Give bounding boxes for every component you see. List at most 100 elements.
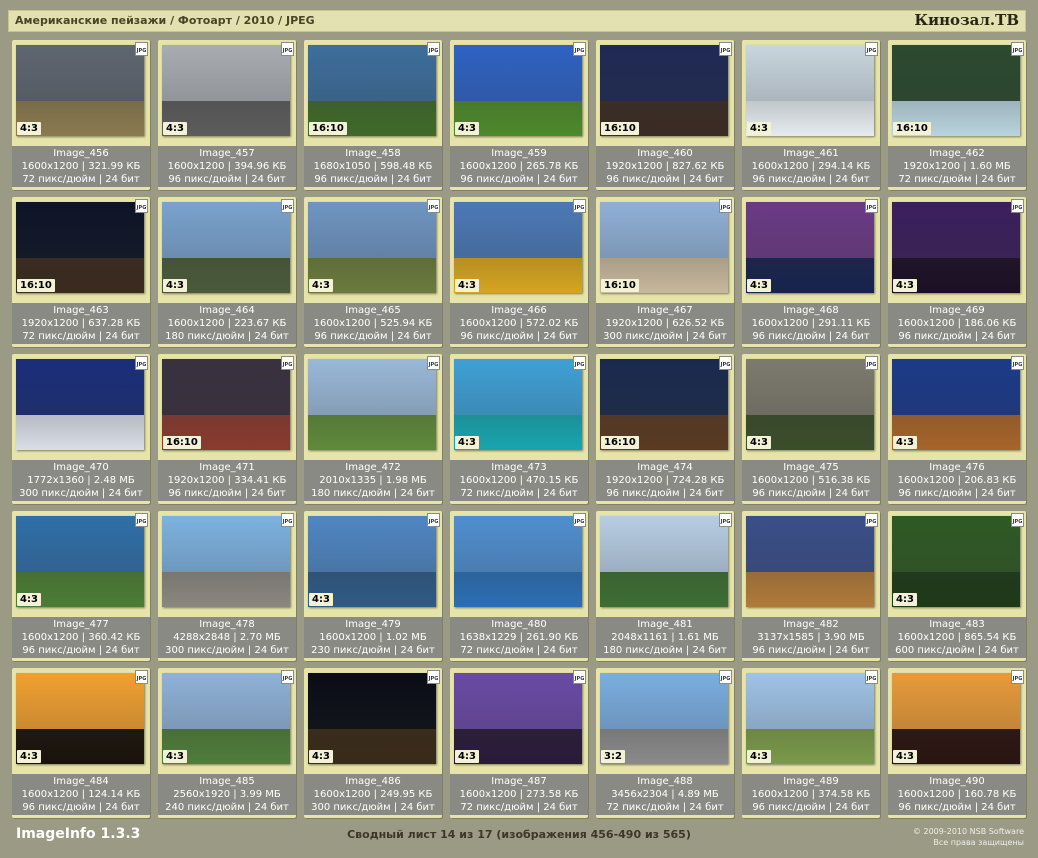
thumbnail-card[interactable]: 4:3 JPG Image_477 1600x1200 | 360.42 КБ 96 п… [12, 511, 150, 661]
thumbnail-image[interactable] [308, 359, 436, 450]
thumbnail-card[interactable]: 4:3 JPG Image_466 1600x1200 | 572.02 КБ 96 п… [450, 197, 588, 347]
thumbnail-card[interactable]: JPG Image_478 4288x2848 | 2.70 МБ 300 пикс/… [158, 511, 296, 661]
thumbnail-image[interactable]: 4:3 [892, 202, 1020, 293]
image-dims-size: 4288x2848 | 2.70 МБ [158, 631, 296, 644]
thumbnail-image[interactable]: 4:3 [162, 673, 290, 764]
thumbnail-image[interactable] [746, 516, 874, 607]
thumbnail-image[interactable] [162, 516, 290, 607]
image-dims-size: 1600x1200 | 206.83 КБ [888, 474, 1026, 487]
thumbnail-image[interactable]: 16:10 [308, 45, 436, 136]
separator: | [668, 789, 678, 800]
jpg-file-icon: JPG [573, 670, 586, 684]
image-name: Image_490 [929, 776, 985, 787]
thumbnail-image[interactable]: 4:3 [892, 359, 1020, 450]
thumbnail-image[interactable]: 4:3 [16, 45, 144, 136]
image-dims-size: 1600x1200 | 273.58 КБ [450, 788, 588, 801]
thumbnail-image[interactable]: 4:3 [746, 45, 874, 136]
separator: | [808, 789, 819, 800]
thumbnail-card[interactable]: 4:3 JPG Image_486 1600x1200 | 249.95 КБ 300 … [304, 668, 442, 818]
thumbnail-card[interactable]: 4:3 JPG Image_469 1600x1200 | 186.06 КБ 96 п… [888, 197, 1026, 347]
aspect-ratio-badge: 16:10 [309, 122, 347, 135]
thumbnail-card[interactable]: JPG Image_480 1638x1229 | 261.90 КБ 72 пикс… [450, 511, 588, 661]
thumbnail-card[interactable]: 16:10 JPG Image_458 1680x1050 | 598.48 КБ 96… [304, 40, 442, 190]
thumbnail-image[interactable]: 3:2 [600, 673, 728, 764]
image-sky [162, 45, 290, 102]
thumbnail-card[interactable]: 4:3 JPG Image_468 1600x1200 | 291.11 КБ 96 п… [742, 197, 880, 347]
thumbnail-image[interactable]: 4:3 [16, 516, 144, 607]
thumbnail-image[interactable]: 4:3 [454, 45, 582, 136]
image-dpi: 96 пикс/дюйм [898, 802, 972, 813]
thumbnail-image[interactable]: 16:10 [600, 45, 728, 136]
image-dpi-bits: 96 пикс/дюйм | 24 бит [888, 330, 1026, 343]
image-dpi-bits: 96 пикс/дюйм | 24 бит [304, 330, 442, 343]
thumbnail-image[interactable]: 4:3 [162, 202, 290, 293]
thumbnail-image[interactable]: 4:3 [454, 202, 582, 293]
thumbnail-image[interactable]: 4:3 [308, 516, 436, 607]
thumbnail-card[interactable]: 16:10 JPG Image_474 1920x1200 | 724.28 КБ 96… [596, 354, 734, 504]
thumbnail-card[interactable]: 4:3 JPG Image_479 1600x1200 | 1.02 МБ 230 пи… [304, 511, 442, 661]
thumbnail-image[interactable] [16, 359, 144, 450]
title-bar: Американские пейзажи / Фотоарт / 2010 / … [8, 10, 1026, 32]
thumbnail-card[interactable]: JPG Image_481 2048x1161 | 1.61 МБ 180 пикс/… [596, 511, 734, 661]
thumbnail-card[interactable]: 4:3 JPG Image_456 1600x1200 | 321.99 КБ 72 п… [12, 40, 150, 190]
image-bit-depth: 24 бит [108, 488, 143, 499]
thumbnail-image[interactable]: 4:3 [892, 516, 1020, 607]
thumbnail-image[interactable]: 4:3 [162, 45, 290, 136]
thumbnail-image[interactable]: 16:10 [600, 202, 728, 293]
image-dimensions: 1920x1200 [21, 318, 79, 329]
image-dpi-bits: 72 пикс/дюйм | 24 бит [596, 801, 734, 814]
thumbnail-image[interactable]: 4:3 [746, 202, 874, 293]
thumbnail-image[interactable]: 4:3 [16, 673, 144, 764]
thumbnail-image[interactable]: 4:3 [308, 202, 436, 293]
separator: | [808, 161, 819, 172]
thumbnail-image[interactable]: 4:3 [454, 673, 582, 764]
thumbnail-image[interactable] [600, 516, 728, 607]
thumbnail-card[interactable]: 4:3 JPG Image_465 1600x1200 | 525.94 КБ 96 п… [304, 197, 442, 347]
image-dpi: 72 пикс/дюйм [460, 645, 534, 656]
thumbnail-card[interactable]: 4:3 JPG Image_457 1600x1200 | 394.96 КБ 96 п… [158, 40, 296, 190]
thumbnail-card[interactable]: 4:3 JPG Image_473 1600x1200 | 470.15 КБ 72 п… [450, 354, 588, 504]
thumbnail-card[interactable]: 4:3 JPG Image_484 1600x1200 | 124.14 КБ 96 п… [12, 668, 150, 818]
thumbnail-image[interactable]: 4:3 [308, 673, 436, 764]
thumbnail-image[interactable]: 16:10 [16, 202, 144, 293]
thumbnail-image[interactable]: 4:3 [892, 673, 1020, 764]
thumbnail-card[interactable]: 4:3 JPG Image_475 1600x1200 | 516.38 КБ 96 п… [742, 354, 880, 504]
thumbnail-card[interactable]: 4:3 JPG Image_461 1600x1200 | 294.14 КБ 96 п… [742, 40, 880, 190]
thumbnail-card[interactable]: 4:3 JPG Image_459 1600x1200 | 265.78 КБ 96 п… [450, 40, 588, 190]
thumbnail-image[interactable]: 16:10 [162, 359, 290, 450]
thumbnail-card[interactable]: 16:10 JPG Image_471 1920x1200 | 334.41 КБ 96… [158, 354, 296, 504]
thumbnail-image[interactable]: 16:10 [600, 359, 728, 450]
jpg-file-label: JPG [1012, 205, 1023, 211]
image-bit-depth: 24 бит [543, 488, 578, 499]
thumbnail-card[interactable]: JPG Image_482 3137x1585 | 3.90 МБ 96 пикс/д… [742, 511, 880, 661]
thumbnail-card[interactable]: 4:3 JPG Image_476 1600x1200 | 206.83 КБ 96 п… [888, 354, 1026, 504]
thumbnail-card[interactable]: 4:3 JPG Image_464 1600x1200 | 223.67 КБ 180 … [158, 197, 296, 347]
thumbnail-image[interactable]: 4:3 [454, 359, 582, 450]
thumbnail-card[interactable]: 16:10 JPG Image_460 1920x1200 | 827.62 КБ 96… [596, 40, 734, 190]
thumbnail-card[interactable]: 3:2 JPG Image_488 3456x2304 | 4.89 МБ 72 пик… [596, 668, 734, 818]
thumbnail-card[interactable]: 4:3 JPG Image_485 2560x1920 | 3.99 МБ 240 пи… [158, 668, 296, 818]
thumbnail-image[interactable]: 4:3 [746, 359, 874, 450]
thumbnail-image[interactable]: 4:3 [746, 673, 874, 764]
image-dpi-bits: 96 пикс/дюйм | 24 бит [12, 801, 150, 814]
jpg-file-icon: JPG [719, 42, 732, 56]
thumbnail-card[interactable]: 4:3 JPG Image_489 1600x1200 | 374.58 КБ 96 п… [742, 668, 880, 818]
jpg-file-icon: JPG [1011, 199, 1024, 213]
thumbnail-card[interactable]: JPG Image_470 1772x1360 | 2.48 МБ 300 пикс/… [12, 354, 150, 504]
thumbnail-card[interactable]: 16:10 JPG Image_463 1920x1200 | 637.28 КБ 72… [12, 197, 150, 347]
thumbnail-card[interactable]: 4:3 JPG Image_487 1600x1200 | 273.58 КБ 72 п… [450, 668, 588, 818]
image-dims-size: 1600x1200 | 525.94 КБ [304, 317, 442, 330]
thumbnail-card[interactable]: 16:10 JPG Image_462 1920x1200 | 1.60 МБ 72 п… [888, 40, 1026, 190]
thumbnail-image[interactable] [454, 516, 582, 607]
thumbnail-image[interactable]: 16:10 [892, 45, 1020, 136]
thumbnail-card[interactable]: 4:3 JPG Image_483 1600x1200 | 865.54 КБ 600 … [888, 511, 1026, 661]
separator: | [954, 318, 965, 329]
separator: | [533, 331, 544, 342]
thumbnail-card[interactable]: 4:3 JPG Image_490 1600x1200 | 160.78 КБ 96 п… [888, 668, 1026, 818]
image-filesize: 724.28 КБ [672, 475, 725, 486]
image-dims-size: 1600x1200 | 124.14 КБ [12, 788, 150, 801]
jpg-file-icon: JPG [427, 199, 440, 213]
thumbnail-card[interactable]: JPG Image_472 2010x1335 | 1.98 МБ 180 пикс/… [304, 354, 442, 504]
thumbnail-card[interactable]: 16:10 JPG Image_467 1920x1200 | 626.52 КБ 30… [596, 197, 734, 347]
image-dpi: 96 пикс/дюйм [168, 174, 242, 185]
